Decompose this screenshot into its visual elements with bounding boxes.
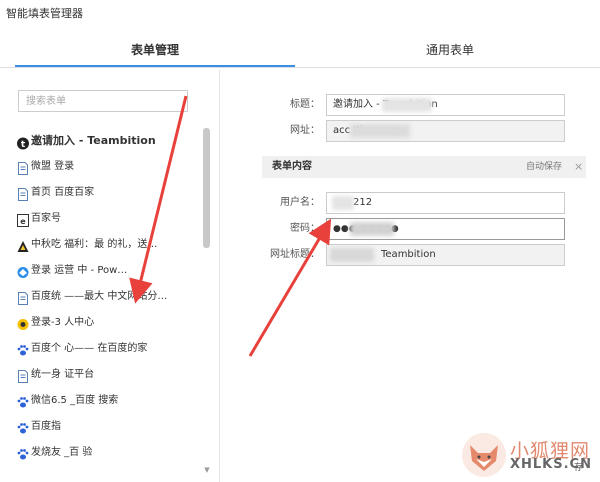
url-label: 网址： (290, 125, 320, 136)
redaction-blur (350, 222, 394, 236)
redaction-blur (350, 124, 410, 138)
list-item-label: 百家号 (31, 213, 61, 224)
list-item-label: 百度指 (31, 421, 61, 432)
page-icon (17, 160, 29, 175)
list-item[interactable]: 发烧友 _百 验 (0, 440, 204, 466)
list-item-label: 登录-3 人中心 (31, 317, 95, 328)
baijiahao-icon: e (17, 212, 29, 227)
globe-blue-icon (17, 264, 29, 278)
list-item-label: 发烧友 _百 验 (31, 447, 93, 458)
title-label: 标题： (290, 99, 320, 110)
paw-icon (17, 342, 29, 356)
username-row: 用户名： 212 (250, 192, 570, 214)
panel-divider (219, 70, 220, 482)
list-item[interactable]: 登录 运营 中 - Pow… (0, 258, 204, 284)
password-row: 密码： ●●● ●●●●● (250, 218, 570, 240)
list-item[interactable]: 统一身 证平台 (0, 362, 204, 388)
scroll-down-arrow-icon[interactable]: ▼ (203, 466, 211, 474)
paw-icon (17, 420, 29, 434)
page-icon (17, 186, 29, 201)
list-item[interactable]: 中秋吃 福利：最 的礼，送… (0, 232, 204, 258)
list-item[interactable]: 首页 百度百家 (0, 180, 204, 206)
page-title-label: 网址标题： (270, 249, 320, 260)
redaction-blur (332, 196, 354, 210)
list-item-label: 百度统 ——最大 中文网站分… (31, 291, 168, 302)
username-field[interactable]: 212 (326, 192, 565, 214)
scrollbar-thumb[interactable] (203, 128, 210, 248)
search-input[interactable] (18, 90, 188, 112)
password-label: 密码： (290, 223, 320, 234)
svg-text:e: e (20, 217, 26, 226)
active-tab-indicator (15, 65, 295, 67)
watermark-url: XHLKS.CN (510, 457, 592, 472)
svg-text:t: t (21, 140, 26, 150)
list-item[interactable]: 百度个 心—— 在百度的家 (0, 336, 204, 362)
yellow-circle-icon (17, 316, 29, 330)
list-item-label: 微信6.5 _百度 搜索 (31, 395, 119, 406)
page-title-row: 网址标题： Teambition (250, 244, 570, 266)
list-item[interactable]: 微信6.5 _百度 搜索 (0, 388, 204, 414)
list-item[interactable]: e 百家号 (0, 206, 204, 232)
list-item[interactable]: t 邀请加入 - Teambition (0, 128, 204, 154)
tab-form-management[interactable]: 表单管理 (15, 30, 295, 68)
redaction-blur (382, 98, 432, 112)
list-item-label: 登录 运营 中 - Pow… (31, 265, 128, 276)
username-label: 用户名： (280, 197, 320, 208)
page-icon (17, 368, 29, 383)
triangle-logo-icon (17, 238, 29, 253)
scrollbar[interactable] (203, 128, 210, 468)
title-field[interactable]: 邀请加入 - Teambition (326, 94, 565, 116)
list-item-label: 中秋吃 福利：最 的礼，送… (31, 239, 158, 250)
list-item[interactable]: 登录-3 人中心 (0, 310, 204, 336)
list-item-label: 统一身 证平台 (31, 369, 95, 380)
site-watermark: 小狐狸网 XHLKS.CN (458, 427, 600, 482)
list-item-label: 百度个 心—— 在百度的家 (31, 343, 148, 354)
section-title: 表单内容 (272, 161, 312, 172)
page-icon (17, 290, 29, 305)
redaction-blur (330, 248, 374, 262)
list-item-label: 首页 百度百家 (31, 187, 95, 198)
autosave-toggle[interactable]: 自动保存 (526, 156, 562, 178)
url-row: 网址： acc ition.com (250, 120, 570, 142)
list-item-label: 邀请加入 - Teambition (31, 134, 156, 147)
list-item-label: 微盟 登录 (31, 161, 75, 172)
teambition-icon: t (17, 134, 29, 150)
form-list: t 邀请加入 - Teambition 微盟 登录首页 百度百家 e 百家号中秋吃 福利… (0, 128, 204, 466)
tab-bar: 表单管理 通用表单 (0, 30, 600, 68)
fox-logo-icon (462, 433, 506, 477)
paw-icon (17, 394, 29, 408)
paw-icon (17, 446, 29, 460)
list-item[interactable]: 微盟 登录 (0, 154, 204, 180)
tab-common-forms[interactable]: 通用表单 (300, 30, 600, 68)
close-icon[interactable]: × (574, 156, 583, 178)
list-item[interactable]: 百度指 (0, 414, 204, 440)
list-item[interactable]: 百度统 ——最大 中文网站分… (0, 284, 204, 310)
form-list-sidebar: t 邀请加入 - Teambition 微盟 登录首页 百度百家 e 百家号中秋吃 福利… (0, 70, 212, 482)
form-content-header: 表单内容 自动保存 × (262, 156, 586, 178)
app-title: 智能填表管理器 (6, 7, 83, 20)
